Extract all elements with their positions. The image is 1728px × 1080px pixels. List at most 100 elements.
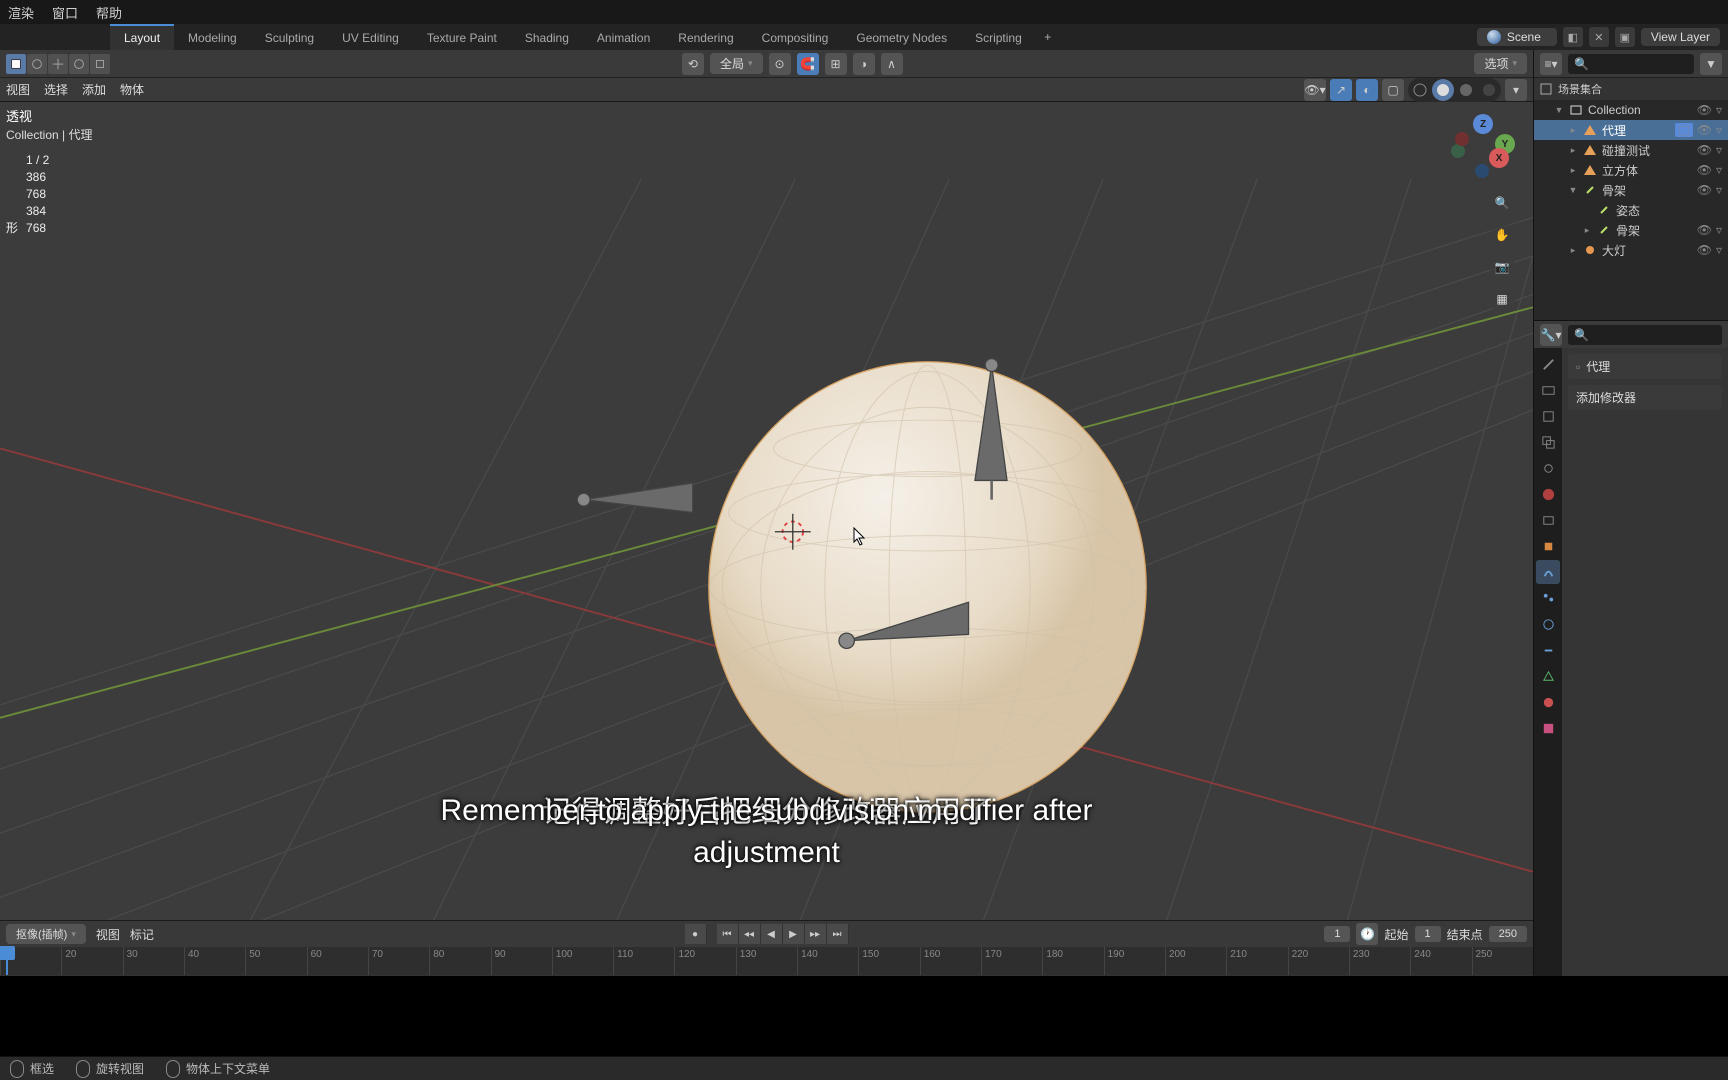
timeline-mode-dropdown[interactable]: 抠像(插帧)	[6, 924, 86, 944]
tab-compositing[interactable]: Compositing	[748, 24, 843, 50]
snap-options-icon[interactable]: ⊞	[825, 53, 847, 75]
ptab-tool-icon[interactable]	[1536, 352, 1560, 376]
prev-key-icon[interactable]: ◂◂	[739, 924, 761, 944]
options-dropdown[interactable]: 选项	[1474, 53, 1527, 74]
vp-menu-object[interactable]: 物体	[120, 81, 144, 98]
ptab-scene-icon[interactable]	[1536, 456, 1560, 480]
autokey-icon[interactable]: ●	[685, 924, 707, 944]
axis-x-icon[interactable]: X	[1489, 148, 1509, 168]
tab-shading[interactable]: Shading	[511, 24, 583, 50]
render-icon[interactable]: ▿	[1716, 223, 1722, 237]
play-icon[interactable]: ▶	[783, 924, 805, 944]
timeline-ruler[interactable]: 1020304050607080901001101201301401501601…	[0, 947, 1533, 975]
eye-icon[interactable]: 👁	[1697, 123, 1712, 137]
viewlayer-selector[interactable]: View Layer	[1641, 28, 1720, 46]
playhead[interactable]	[6, 947, 8, 975]
gizmo-toggle-icon[interactable]: ↗	[1330, 79, 1352, 101]
shading-solid-icon[interactable]	[1432, 79, 1454, 101]
outliner-scene-row[interactable]: 场景集合	[1534, 78, 1728, 100]
tab-rendering[interactable]: Rendering	[664, 24, 747, 50]
vp-menu-add[interactable]: 添加	[82, 81, 106, 98]
add-workspace-button[interactable]: +	[1036, 24, 1060, 50]
props-type-icon[interactable]: 🔧▾	[1540, 324, 1562, 346]
axis-neg-x-icon[interactable]	[1455, 132, 1469, 146]
ptab-texture-icon[interactable]	[1536, 716, 1560, 740]
current-frame-field[interactable]: 1	[1324, 926, 1350, 942]
eye-icon[interactable]: 👁	[1697, 223, 1712, 237]
eye-icon[interactable]: 👁	[1697, 143, 1712, 157]
falloff-icon[interactable]: ∧	[881, 53, 903, 75]
shading-options-icon[interactable]: ▾	[1505, 79, 1527, 101]
shading-wireframe-icon[interactable]	[1409, 79, 1431, 101]
zoom-tool-icon[interactable]: 🔍	[1489, 190, 1515, 216]
close-scene-button[interactable]: ✕	[1589, 27, 1609, 47]
outliner-search[interactable]: 🔍	[1568, 54, 1694, 74]
ptab-viewlayer-icon[interactable]	[1536, 430, 1560, 454]
outliner-type-icon[interactable]: ≡▾	[1540, 53, 1562, 75]
timecode-toggle-icon[interactable]: 🕐	[1356, 923, 1378, 945]
tab-layout[interactable]: Layout	[110, 24, 174, 50]
ptab-constraints-icon[interactable]	[1536, 638, 1560, 662]
render-icon[interactable]: ▿	[1716, 243, 1722, 257]
outliner-row-代理[interactable]: ▸代理⬚👁▿	[1534, 120, 1728, 140]
ptab-world-icon[interactable]	[1536, 482, 1560, 506]
end-frame-field[interactable]: 250	[1489, 926, 1527, 942]
orientation-dropdown[interactable]: 全局	[710, 53, 763, 74]
tl-menu-view[interactable]: 视图	[96, 926, 120, 943]
pan-tool-icon[interactable]: ✋	[1489, 222, 1515, 248]
scene-selector[interactable]: Scene	[1477, 28, 1557, 46]
ptab-particles-icon[interactable]	[1536, 586, 1560, 610]
nav-gizmo[interactable]: Y X Z	[1449, 112, 1519, 182]
vp-menu-view[interactable]: 视图	[6, 81, 30, 98]
viewlayer-icon[interactable]: ▣	[1615, 27, 1635, 47]
shading-rendered-icon[interactable]	[1478, 79, 1500, 101]
add-modifier-dropdown[interactable]: 添加修改器	[1568, 385, 1722, 410]
ptab-material-icon[interactable]	[1536, 690, 1560, 714]
grid-tool-icon[interactable]: ▦	[1489, 286, 1515, 312]
vp-menu-select[interactable]: 选择	[44, 81, 68, 98]
pivot-dropdown-icon[interactable]: ⊙	[769, 53, 791, 75]
mode-move-icon[interactable]	[48, 54, 68, 74]
eye-icon[interactable]: 👁	[1697, 183, 1712, 197]
outliner-row-Collection[interactable]: ▼Collection👁▿	[1534, 100, 1728, 120]
outliner-row-立方体[interactable]: ▸立方体👁▿	[1534, 160, 1728, 180]
props-search[interactable]: 🔍	[1568, 325, 1722, 345]
play-reverse-icon[interactable]: ◀	[761, 924, 783, 944]
ptab-render-icon[interactable]	[1536, 378, 1560, 402]
axis-neg-z-icon[interactable]	[1475, 164, 1489, 178]
outliner-row-骨架[interactable]: ▼骨架👁▿	[1534, 180, 1728, 200]
tab-animation[interactable]: Animation	[583, 24, 664, 50]
camera-tool-icon[interactable]: 📷	[1489, 254, 1515, 280]
overlay-toggle-icon[interactable]: ◐	[1356, 79, 1378, 101]
render-icon[interactable]: ▿	[1716, 123, 1722, 137]
ptab-data-icon[interactable]	[1536, 664, 1560, 688]
ptab-object-icon[interactable]	[1536, 534, 1560, 558]
start-frame-field[interactable]: 1	[1415, 926, 1441, 942]
render-icon[interactable]: ▿	[1716, 103, 1722, 117]
outliner-row-碰撞测试[interactable]: ▸碰撞测试👁▿	[1534, 140, 1728, 160]
tab-geometry-nodes[interactable]: Geometry Nodes	[842, 24, 961, 50]
tab-uv-editing[interactable]: UV Editing	[328, 24, 413, 50]
eye-icon[interactable]: 👁	[1697, 243, 1712, 257]
tab-sculpting[interactable]: Sculpting	[251, 24, 328, 50]
render-icon[interactable]: ▿	[1716, 163, 1722, 177]
pin-scene-button[interactable]: ◧	[1563, 27, 1583, 47]
ptab-modifiers-icon[interactable]	[1536, 560, 1560, 584]
tl-menu-marker[interactable]: 标记	[130, 926, 154, 943]
3d-viewport[interactable]: 透视 Collection | 代理 1 / 2 386 768 384 形76…	[0, 102, 1533, 920]
shading-matprev-icon[interactable]	[1455, 79, 1477, 101]
ptab-physics-icon[interactable]	[1536, 612, 1560, 636]
eye-icon[interactable]: 👁	[1697, 163, 1712, 177]
ptab-output-icon[interactable]	[1536, 404, 1560, 428]
axis-neg-y-icon[interactable]	[1451, 144, 1465, 158]
outliner-row-骨架[interactable]: ▸骨架👁▿	[1534, 220, 1728, 240]
mode-rotate-icon[interactable]	[69, 54, 89, 74]
render-icon[interactable]: ▿	[1716, 183, 1722, 197]
next-key-icon[interactable]: ▸▸	[805, 924, 827, 944]
outliner-row-姿态[interactable]: 姿态	[1534, 200, 1728, 220]
outliner-row-大灯[interactable]: ▸大灯👁▿	[1534, 240, 1728, 260]
mode-scale-icon[interactable]	[90, 54, 110, 74]
mode-cursor-icon[interactable]	[27, 54, 47, 74]
snap-toggle-icon[interactable]: 🧲	[797, 53, 819, 75]
gizmo-orientation-icon[interactable]: ⟲	[682, 53, 704, 75]
